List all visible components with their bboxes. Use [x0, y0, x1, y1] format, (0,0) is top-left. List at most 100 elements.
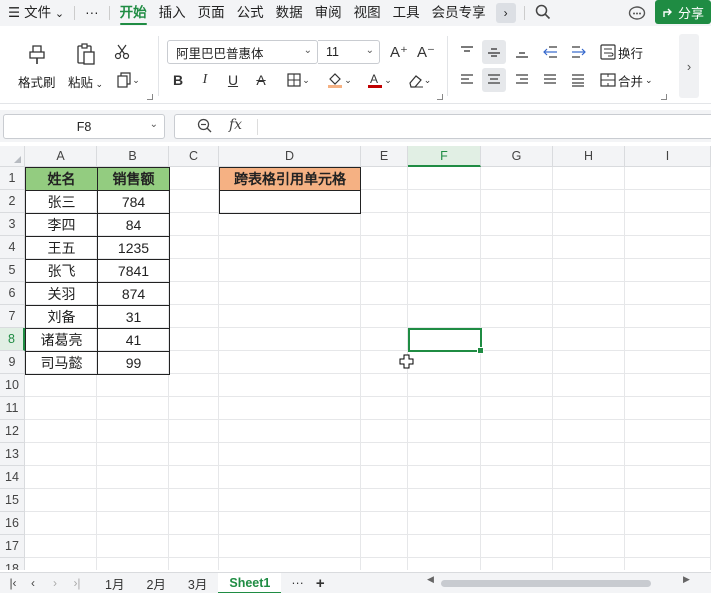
row-header-2[interactable]: 2 [0, 190, 25, 213]
row-header-8[interactable]: 8 [0, 328, 25, 351]
clipboard-launcher-icon[interactable] [147, 94, 153, 100]
bold-button[interactable]: B [166, 68, 190, 92]
table-name-cell[interactable]: 张三 [25, 190, 98, 214]
clear-format-icon[interactable]: ⌄ [402, 68, 436, 92]
table-header-cell[interactable]: 姓名 [25, 167, 98, 191]
row-header-4[interactable]: 4 [0, 236, 25, 259]
table-sales-cell[interactable]: 99 [97, 351, 170, 375]
tab-data[interactable]: 数据 [270, 0, 309, 26]
table-header-cell[interactable]: 销售额 [97, 167, 170, 191]
last-sheet-icon[interactable]: ›| [66, 576, 88, 590]
more-sheets-button[interactable]: ··· [281, 576, 310, 590]
row-header-7[interactable]: 7 [0, 305, 25, 328]
main-menu-icon[interactable]: ☰ [0, 0, 22, 26]
grow-font-button[interactable]: A⁺ [387, 40, 411, 64]
table-sales-cell[interactable]: 874 [97, 282, 170, 306]
copy-icon[interactable]: ⌄ [112, 68, 144, 92]
table-name-cell[interactable]: 诸葛亮 [25, 328, 98, 352]
scroll-left-icon[interactable]: ◀ [427, 574, 434, 585]
table-name-cell[interactable]: 李四 [25, 213, 98, 237]
sheet-tab-sheet1[interactable]: Sheet1 [218, 572, 282, 593]
table-name-cell[interactable]: 刘备 [25, 305, 98, 329]
column-header-f[interactable]: F [408, 146, 481, 167]
font-name-select[interactable]: 阿里巴巴普惠体 ⌄ [167, 40, 318, 64]
underline-button[interactable]: U [221, 68, 245, 92]
chevron-right-icon[interactable]: › [495, 3, 516, 23]
table-name-cell[interactable]: 关羽 [25, 282, 98, 306]
tab-member[interactable]: 会员专享 [426, 0, 492, 26]
spreadsheet-grid[interactable]: ABCDEFGHI 1 2 3 4 5 6 7 8 9 10 11 12 13 14 15 16 17 18 姓名… [0, 146, 711, 570]
column-header-b[interactable]: B [97, 146, 169, 167]
row-header-17[interactable]: 17 [0, 535, 25, 558]
table-sales-cell[interactable]: 784 [97, 190, 170, 214]
align-right-icon[interactable] [510, 68, 534, 92]
column-header-a[interactable]: A [25, 146, 97, 167]
alignment-launcher-icon[interactable] [661, 94, 667, 100]
first-sheet-icon[interactable]: |‹ [0, 576, 22, 590]
increase-indent-icon[interactable] [566, 40, 590, 64]
tab-page[interactable]: 页面 [192, 0, 231, 26]
zoom-icon[interactable] [197, 118, 212, 136]
row-header-16[interactable]: 16 [0, 512, 25, 535]
column-header-h[interactable]: H [553, 146, 625, 167]
sheet-tab-mar[interactable]: 3月 [177, 574, 218, 593]
justify-icon[interactable] [538, 68, 562, 92]
cell-d1[interactable]: 跨表格引用单元格 [219, 167, 361, 191]
align-top-icon[interactable] [455, 40, 479, 64]
cell-d2[interactable] [219, 190, 361, 214]
table-name-cell[interactable]: 司马懿 [25, 351, 98, 375]
format-painter-button[interactable]: 格式刷 [18, 42, 56, 91]
selected-cell-f8[interactable] [408, 328, 484, 354]
fill-color-icon[interactable]: ⌄ [322, 68, 356, 92]
tab-review[interactable]: 审阅 [309, 0, 348, 26]
shrink-font-button[interactable]: A⁻ [414, 40, 438, 64]
sheet-tab-jan[interactable]: 1月 [94, 574, 135, 593]
border-icon[interactable]: ⌄ [281, 68, 315, 92]
row-header-3[interactable]: 3 [0, 213, 25, 236]
add-sheet-button[interactable]: + [310, 575, 331, 592]
tab-view[interactable]: 视图 [348, 0, 387, 26]
table-name-cell[interactable]: 王五 [25, 236, 98, 260]
search-icon[interactable] [535, 4, 551, 23]
row-header-1[interactable]: 1 [0, 167, 25, 190]
file-menu[interactable]: 文件 ⌄ [22, 0, 70, 26]
table-sales-cell[interactable]: 31 [97, 305, 170, 329]
table-sales-cell[interactable]: 41 [97, 328, 170, 352]
prev-sheet-icon[interactable]: ‹ [22, 576, 44, 590]
cloud-collab-icon[interactable] [628, 5, 646, 24]
tab-insert[interactable]: 插入 [153, 0, 192, 26]
wrap-text-button[interactable]: 换行 [600, 42, 643, 62]
font-size-select[interactable]: 11 ⌄ [318, 40, 380, 64]
font-color-icon[interactable]: A ⌄ [362, 68, 396, 92]
row-header-18[interactable]: 18 [0, 558, 25, 570]
column-header-g[interactable]: G [481, 146, 553, 167]
column-header-e[interactable]: E [361, 146, 408, 167]
select-all-corner[interactable] [0, 146, 25, 167]
decrease-indent-icon[interactable] [538, 40, 562, 64]
row-header-11[interactable]: 11 [0, 397, 25, 420]
row-header-10[interactable]: 10 [0, 374, 25, 397]
align-left-icon[interactable] [455, 68, 479, 92]
column-header-c[interactable]: C [169, 146, 219, 167]
row-header-15[interactable]: 15 [0, 489, 25, 512]
scrollbar-thumb[interactable] [441, 580, 651, 587]
fx-icon[interactable]: fx [229, 117, 242, 133]
name-box[interactable]: F8 ⌄ [3, 114, 165, 139]
font-launcher-icon[interactable] [437, 94, 443, 100]
row-header-5[interactable]: 5 [0, 259, 25, 282]
row-header-9[interactable]: 9 [0, 351, 25, 374]
table-sales-cell[interactable]: 84 [97, 213, 170, 237]
horizontal-scrollbar[interactable]: ◀ ▶ [413, 574, 709, 589]
tab-formula[interactable]: 公式 [231, 0, 270, 26]
row-header-6[interactable]: 6 [0, 282, 25, 305]
tab-tools[interactable]: 工具 [387, 0, 426, 26]
table-sales-cell[interactable]: 1235 [97, 236, 170, 260]
more-menu-button[interactable]: ··· [79, 0, 105, 26]
table-name-cell[interactable]: 张飞 [25, 259, 98, 283]
next-sheet-icon[interactable]: › [44, 576, 66, 590]
align-bottom-icon[interactable] [510, 40, 534, 64]
column-header-i[interactable]: I [625, 146, 711, 167]
formula-input[interactable]: fx [174, 114, 711, 139]
row-header-12[interactable]: 12 [0, 420, 25, 443]
column-header-d[interactable]: D [219, 146, 361, 167]
